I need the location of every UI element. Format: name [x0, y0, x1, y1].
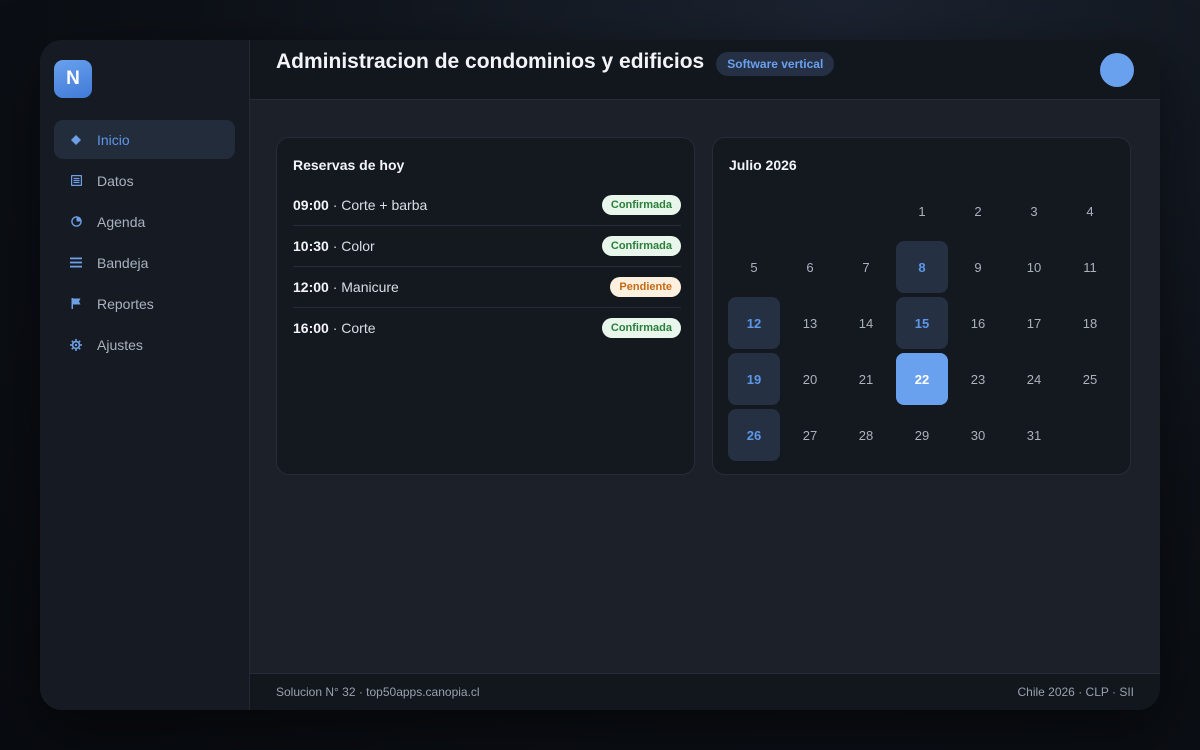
sidebar-item-label: Datos — [97, 172, 134, 189]
status-badge: Confirmada — [601, 236, 681, 256]
booking-time: 12:00 — [293, 279, 329, 295]
app-logo[interactable]: N — [54, 60, 92, 98]
sidebar-item-label: Bandeja — [97, 254, 149, 271]
booking-service: Color — [341, 238, 375, 254]
footer: Solucion N° 32 · top50apps.canopia.cl Ch… — [250, 673, 1160, 710]
calendar-day[interactable]: 9 — [952, 241, 1004, 293]
calendar-day[interactable]: 4 — [1064, 185, 1116, 237]
booking-row[interactable]: 10:30 · Color Confirmada — [293, 226, 681, 267]
sidebar-item-datos[interactable]: Datos — [54, 161, 235, 200]
top-header: Administracion de condominios y edificio… — [250, 40, 1160, 100]
booking-description: 16:00 · Corte — [293, 320, 376, 336]
sidebar-item-label: Ajustes — [97, 336, 143, 353]
calendar-day[interactable]: 7 — [840, 241, 892, 293]
calendar-day[interactable]: 26 — [728, 409, 780, 461]
sidebar-item-label: Reportes — [97, 295, 154, 312]
calendar-day[interactable]: 31 — [1008, 409, 1060, 461]
bookings-list: 09:00 · Corte + barba Confirmada 10:30 ·… — [293, 185, 681, 348]
calendar-day[interactable]: 28 — [840, 409, 892, 461]
booking-row[interactable]: 16:00 · Corte Confirmada — [293, 308, 681, 348]
sidebar-item-label: Inicio — [97, 131, 130, 148]
calendar-day[interactable]: 24 — [1008, 353, 1060, 405]
calendar-day[interactable]: 20 — [784, 353, 836, 405]
bookings-title: Reservas de hoy — [293, 157, 405, 173]
calendar-day[interactable]: 12 — [728, 297, 780, 349]
calendar-card: Julio 2026 1 2 3 4 5 6 7 8 9 10 11 12 13 14 15 16 17 18 19… — [712, 137, 1131, 475]
app-window: N Inicio Datos Agenda Bandeja Reportes A… — [40, 40, 1160, 710]
booking-service: Corte + barba — [341, 197, 428, 213]
calendar-day[interactable]: 29 — [896, 409, 948, 461]
booking-description: 12:00 · Manicure — [293, 279, 399, 295]
calendar-day[interactable]: 15 — [896, 297, 948, 349]
calendar-day[interactable]: 1 — [896, 185, 948, 237]
menu-icon — [70, 257, 82, 269]
user-avatar[interactable] — [1100, 53, 1134, 87]
flag-icon — [70, 298, 82, 310]
calendar-title: Julio 2026 — [729, 157, 797, 173]
calendar-day[interactable]: 17 — [1008, 297, 1060, 349]
sidebar: N Inicio Datos Agenda Bandeja Reportes A… — [40, 40, 250, 710]
calendar-day[interactable]: 25 — [1064, 353, 1116, 405]
dashboard-content: Reservas de hoy 09:00 · Corte + barba Co… — [250, 100, 1160, 673]
calendar-day[interactable]: 14 — [840, 297, 892, 349]
category-badge: Software vertical — [716, 51, 835, 76]
calendar-day[interactable]: 5 — [728, 241, 780, 293]
calendar-blank-cell — [728, 185, 780, 237]
booking-row[interactable]: 12:00 · Manicure Pendiente — [293, 267, 681, 308]
footer-locale-info: Chile 2026 · CLP · SII — [1017, 685, 1134, 699]
calendar-day[interactable]: 8 — [896, 241, 948, 293]
booking-time: 16:00 — [293, 320, 329, 336]
booking-service: Corte — [341, 320, 376, 336]
footer-solution-info: Solucion N° 32 · top50apps.canopia.cl — [276, 685, 480, 699]
status-badge: Confirmada — [601, 195, 681, 215]
sidebar-item-reportes[interactable]: Reportes — [54, 284, 235, 323]
booking-service: Manicure — [341, 279, 399, 295]
clock-icon — [70, 216, 82, 228]
calendar-day[interactable]: 6 — [784, 241, 836, 293]
calendar-day[interactable]: 30 — [952, 409, 1004, 461]
calendar-day[interactable]: 11 — [1064, 241, 1116, 293]
calendar-day[interactable]: 23 — [952, 353, 1004, 405]
calendar-day[interactable]: 10 — [1008, 241, 1060, 293]
booking-description: 10:30 · Color — [293, 238, 375, 254]
calendar-day[interactable]: 2 — [952, 185, 1004, 237]
status-badge: Confirmada — [601, 318, 681, 338]
calendar-blank-cell — [840, 185, 892, 237]
gear-icon — [70, 338, 82, 351]
sidebar-item-inicio[interactable]: Inicio — [54, 120, 235, 159]
calendar-day[interactable]: 21 — [840, 353, 892, 405]
calendar-blank-cell — [784, 185, 836, 237]
calendar-day[interactable]: 16 — [952, 297, 1004, 349]
sidebar-item-bandeja[interactable]: Bandeja — [54, 243, 235, 282]
booking-time: 09:00 — [293, 197, 329, 213]
booking-description: 09:00 · Corte + barba — [293, 197, 428, 213]
main-area: Administracion de condominios y edificio… — [250, 40, 1160, 710]
booking-time: 10:30 — [293, 238, 329, 254]
page-title: Administracion de condominios y edificio… — [276, 49, 705, 73]
sidebar-item-ajustes[interactable]: Ajustes — [54, 325, 235, 364]
sidebar-item-agenda[interactable]: Agenda — [54, 202, 235, 241]
bookings-card: Reservas de hoy 09:00 · Corte + barba Co… — [276, 137, 695, 475]
calendar-day-today[interactable]: 22 — [896, 353, 948, 405]
calendar-day[interactable]: 3 — [1008, 185, 1060, 237]
diamond-icon — [70, 134, 82, 146]
calendar-day[interactable]: 27 — [784, 409, 836, 461]
sidebar-item-label: Agenda — [97, 213, 146, 230]
calendar-grid: 1 2 3 4 5 6 7 8 9 10 11 12 13 14 15 16 17 18 19 20 21 22 23 24 2… — [728, 185, 1116, 461]
status-badge: Pendiente — [610, 277, 681, 297]
list-icon — [70, 175, 82, 187]
booking-row[interactable]: 09:00 · Corte + barba Confirmada — [293, 185, 681, 226]
calendar-day[interactable]: 13 — [784, 297, 836, 349]
calendar-day[interactable]: 19 — [728, 353, 780, 405]
calendar-day[interactable]: 18 — [1064, 297, 1116, 349]
sidebar-nav: Inicio Datos Agenda Bandeja Reportes Aju… — [54, 120, 235, 366]
